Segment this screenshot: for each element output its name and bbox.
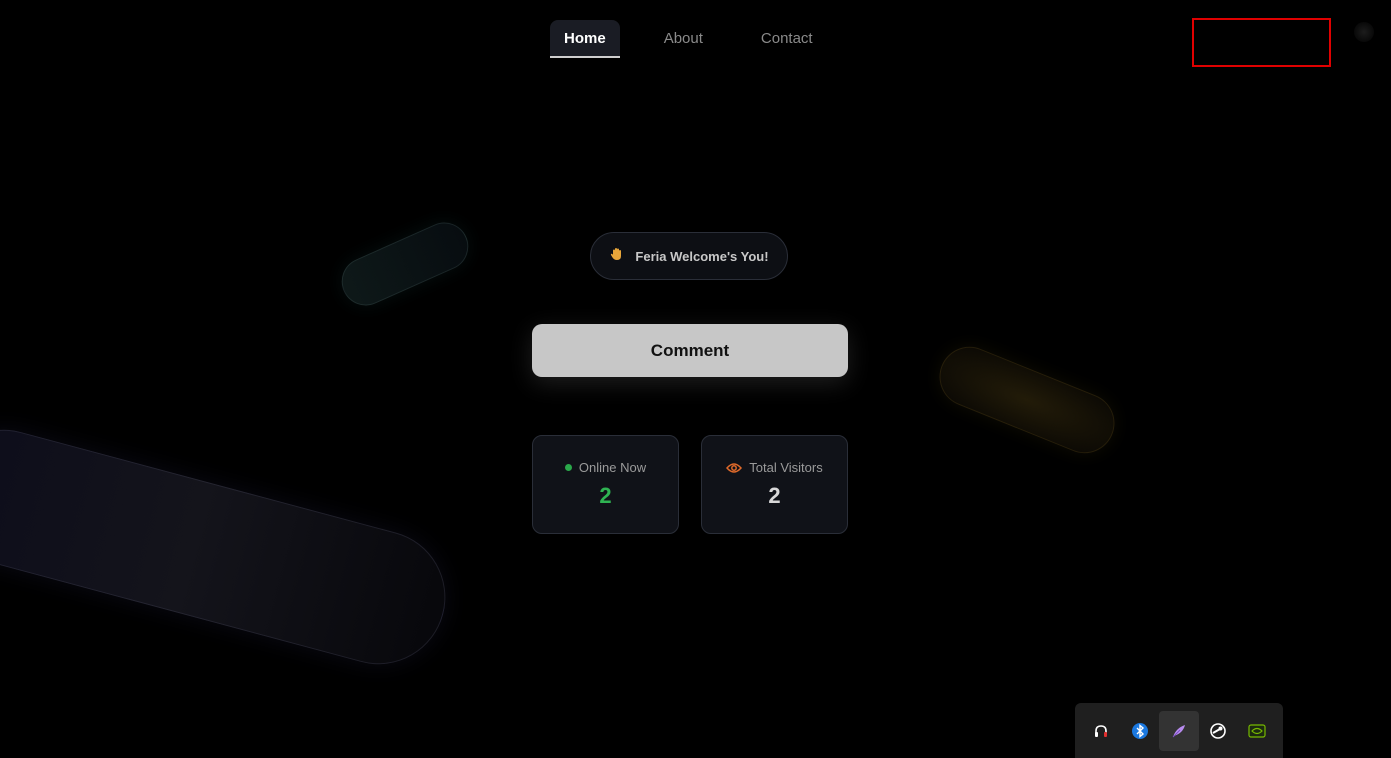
steam-icon[interactable] — [1199, 711, 1238, 751]
welcome-badge: Feria Welcome's You! — [590, 232, 788, 280]
decorative-pill — [0, 414, 461, 680]
comment-button[interactable]: Comment — [532, 324, 848, 377]
feather-icon[interactable] — [1159, 710, 1199, 751]
decorative-pill — [334, 214, 476, 314]
welcome-text: Feria Welcome's You! — [635, 248, 769, 264]
status-dot-icon — [564, 464, 572, 471]
highlight-box — [1192, 18, 1331, 67]
decorative-pill — [930, 337, 1124, 463]
waving-hand-icon — [609, 246, 625, 266]
online-now-value: 2 — [599, 483, 612, 508]
total-visitors-card: Total Visitors 2 — [701, 435, 848, 534]
system-tray — [1075, 703, 1283, 758]
total-visitors-label: Total Visitors — [749, 460, 823, 475]
headset-icon[interactable] — [1081, 711, 1120, 751]
bluetooth-icon[interactable] — [1120, 711, 1159, 751]
top-nav: Home About Contact — [550, 20, 827, 58]
eye-icon — [726, 462, 743, 474]
nav-contact[interactable]: Contact — [747, 20, 827, 58]
nvidia-icon[interactable] — [1238, 711, 1277, 751]
online-now-label: Online Now — [578, 460, 647, 475]
total-visitors-value: 2 — [768, 483, 781, 508]
nav-home[interactable]: Home — [550, 20, 620, 58]
nav-about[interactable]: About — [650, 20, 717, 58]
online-now-card: Online Now 2 — [532, 435, 679, 534]
page: Home About Contact Feria Welcome's You! … — [0, 0, 1391, 758]
corner-dot — [1354, 22, 1374, 42]
